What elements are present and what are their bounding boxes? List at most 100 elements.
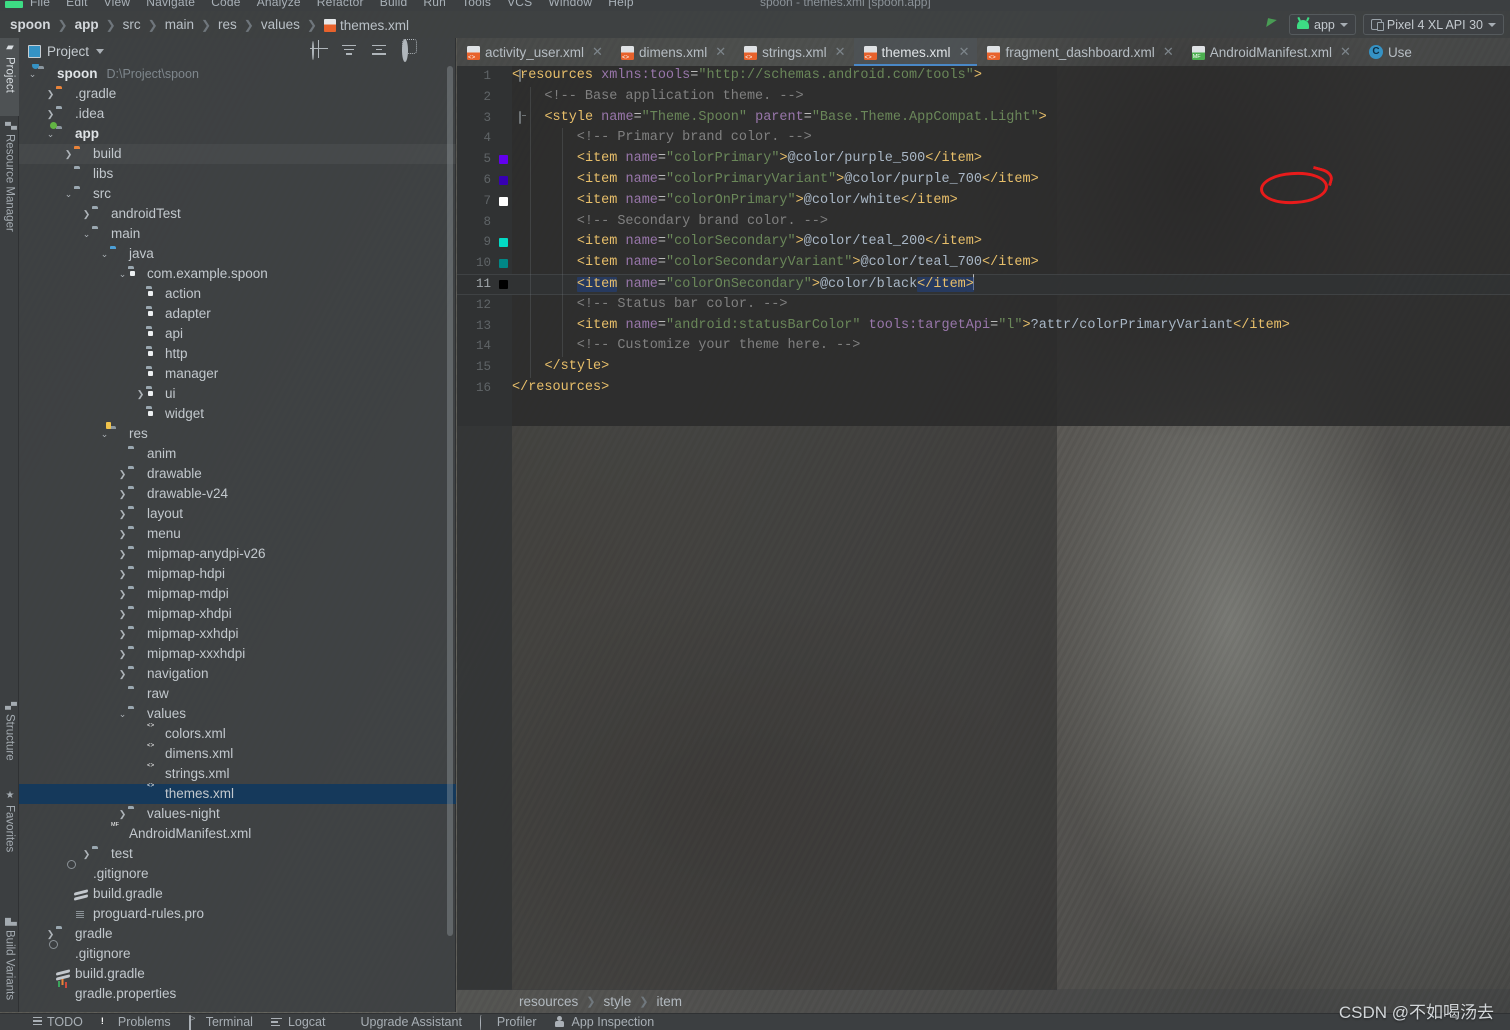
tree-row[interactable]: dimens.xml (19, 744, 456, 764)
breadcrumb-item-res[interactable]: res (216, 17, 239, 32)
tree-row[interactable]: ❯ build (19, 144, 456, 164)
code-line[interactable]: <item name="colorPrimaryVariant">@color/… (512, 170, 1510, 191)
code-line[interactable]: <style name="Theme.Spoon" parent="Base.T… (512, 108, 1510, 129)
tree-row[interactable]: ⌄ com.example.spoon (19, 264, 456, 284)
editor-tab-themes-xml[interactable]: themes.xml ✕ (853, 38, 978, 66)
tree-row[interactable]: gradle.properties (19, 984, 456, 1004)
code-line[interactable]: <item name="android:statusBarColor" tool… (512, 316, 1510, 337)
tree-row[interactable]: manager (19, 364, 456, 384)
menu-item-view[interactable]: View (104, 0, 131, 9)
tree-row[interactable]: AndroidManifest.xml (19, 824, 456, 844)
chevron-right-icon[interactable]: ❯ (45, 84, 56, 104)
chevron-right-icon[interactable]: ❯ (117, 504, 128, 524)
menu-item-vcs[interactable]: VCS (507, 0, 532, 9)
chevron-right-icon[interactable]: ❯ (135, 384, 146, 404)
chevron-right-icon[interactable]: ❯ (117, 624, 128, 644)
tree-row[interactable]: .gitignore (19, 864, 456, 884)
tree-row[interactable]: ⌄ values (19, 704, 456, 724)
tree-row[interactable]: libs (19, 164, 456, 184)
breadcrumb-item-spoon[interactable]: spoon (8, 17, 53, 32)
tool-window-build-variants[interactable]: ▟ Build Variants (0, 914, 19, 1020)
color-swatch-gutter-icon[interactable] (499, 280, 508, 289)
expand-all-icon[interactable] (372, 42, 388, 58)
collapse-all-icon[interactable] (342, 42, 358, 58)
tree-row[interactable]: .gitignore (19, 944, 456, 964)
status-bar-item-logcat[interactable]: Logcat (270, 1015, 325, 1029)
tree-row[interactable]: ❯ mipmap-hdpi (19, 564, 456, 584)
chevron-right-icon[interactable]: ❯ (81, 844, 92, 864)
tree-row[interactable]: ❯ ui (19, 384, 456, 404)
hide-panel-icon[interactable] (432, 42, 448, 58)
editor-tab-androidmanifest-xml[interactable]: AndroidManifest.xml ✕ (1182, 38, 1359, 66)
tree-row[interactable]: ❯ menu (19, 524, 456, 544)
chevron-right-icon[interactable]: ❯ (117, 544, 128, 564)
menu-item-help[interactable]: Help (608, 0, 633, 9)
color-swatch-gutter-icon[interactable] (499, 259, 508, 269)
locate-icon[interactable] (312, 41, 328, 60)
code-line[interactable]: </style> (512, 357, 1510, 378)
menu-item-code[interactable]: Code (211, 0, 241, 9)
editor-tab-use[interactable]: Use (1359, 38, 1420, 66)
code-line[interactable]: <item name="colorPrimary">@color/purple_… (512, 149, 1510, 170)
code-line[interactable]: <!-- Status bar color. --> (512, 295, 1510, 316)
tree-row[interactable]: ⌄ app (19, 122, 456, 144)
code-line[interactable]: <!-- Primary brand color. --> (512, 128, 1510, 149)
tree-row[interactable]: raw (19, 684, 456, 704)
tree-row[interactable]: adapter (19, 304, 456, 324)
tree-row[interactable]: ❯ mipmap-mdpi (19, 584, 456, 604)
menu-item-edit[interactable]: Edit (66, 0, 87, 9)
code-line[interactable]: <item name="colorSecondaryVariant">@colo… (512, 253, 1510, 274)
chevron-down-icon[interactable]: ⌄ (81, 224, 92, 244)
menu-item-file[interactable]: File (30, 0, 50, 9)
chevron-right-icon[interactable]: ❯ (117, 644, 128, 664)
settings-gear-icon[interactable] (402, 39, 418, 62)
tree-row[interactable]: ⌄ spoon D:\Project\spoon (19, 64, 456, 84)
chevron-right-icon[interactable]: ❯ (117, 584, 128, 604)
breadcrumb-item-themes-xml[interactable]: themes.xml (322, 17, 411, 33)
project-tree-scrollbar[interactable] (446, 64, 454, 1012)
tree-row[interactable]: ❯ values-night (19, 804, 456, 824)
editor-tab-dimens-xml[interactable]: dimens.xml ✕ (611, 38, 734, 66)
code-line[interactable]: <item name="colorOnSecondary">@color/bla… (457, 273, 1510, 295)
code-editor[interactable]: 1 2 3 4 5 6 7 8 9 10 11 12 13 14 15 16 <resources xmlns… (457, 66, 1510, 990)
status-bar-item-terminal[interactable]: Terminal (188, 1015, 253, 1030)
tree-row[interactable]: ⌄ res (19, 422, 456, 444)
tool-window-project[interactable]: ▰ Project (0, 38, 19, 116)
tree-row[interactable]: http (19, 344, 456, 364)
code-line[interactable]: <!-- Secondary brand color. --> (512, 212, 1510, 233)
status-bar-item-upgrade-assistant[interactable]: Upgrade Assistant (343, 1015, 461, 1029)
breadcrumb-item-main[interactable]: main (163, 17, 196, 32)
close-icon[interactable]: ✕ (1163, 44, 1174, 60)
editor-breadcrumb-item-resources[interactable]: resources (517, 994, 580, 1009)
chevron-down-icon[interactable]: ⌄ (63, 184, 74, 204)
code-line[interactable]: <!-- Base application theme. --> (512, 87, 1510, 108)
tree-row[interactable]: ⌄ java (19, 244, 456, 264)
editor-tab-activity-user-xml[interactable]: activity_user.xml ✕ (457, 38, 611, 66)
tree-row[interactable]: ❯ mipmap-xxhdpi (19, 624, 456, 644)
editor-tab-fragment-dashboard-xml[interactable]: fragment_dashboard.xml ✕ (977, 38, 1181, 66)
editor-breadcrumb-item-style[interactable]: style (602, 994, 634, 1009)
tree-row[interactable]: ❯ test (19, 844, 456, 864)
menu-item-analyze[interactable]: Analyze (257, 0, 301, 9)
close-icon[interactable]: ✕ (1340, 44, 1351, 60)
close-icon[interactable]: ✕ (592, 44, 603, 60)
menu-item-tools[interactable]: Tools (462, 0, 491, 9)
chevron-down-icon[interactable]: ⌄ (117, 704, 128, 724)
tree-row[interactable]: build.gradle (19, 884, 456, 904)
menu-item-navigate[interactable]: Navigate (146, 0, 195, 9)
menu-item-build[interactable]: Build (380, 0, 408, 9)
chevron-right-icon[interactable]: ❯ (117, 664, 128, 684)
status-bar-item-app-inspection[interactable]: App Inspection (555, 1015, 655, 1029)
chevron-down-icon[interactable]: ⌄ (117, 264, 128, 284)
tree-row[interactable]: ❯ mipmap-anydpi-v26 (19, 544, 456, 564)
tree-row[interactable]: action (19, 284, 456, 304)
module-selector[interactable]: app (1289, 14, 1356, 35)
color-swatch-gutter-icon[interactable] (499, 238, 508, 248)
run-arrow-icon[interactable] (1264, 16, 1282, 34)
breadcrumb-item-app[interactable]: app (73, 17, 101, 32)
tool-window-structure[interactable]: ▚ Structure (0, 698, 19, 782)
chevron-right-icon[interactable]: ❯ (63, 144, 74, 164)
close-icon[interactable]: ✕ (715, 44, 726, 60)
menu-item-window[interactable]: Window (548, 0, 592, 9)
tree-row[interactable]: ❯ navigation (19, 664, 456, 684)
